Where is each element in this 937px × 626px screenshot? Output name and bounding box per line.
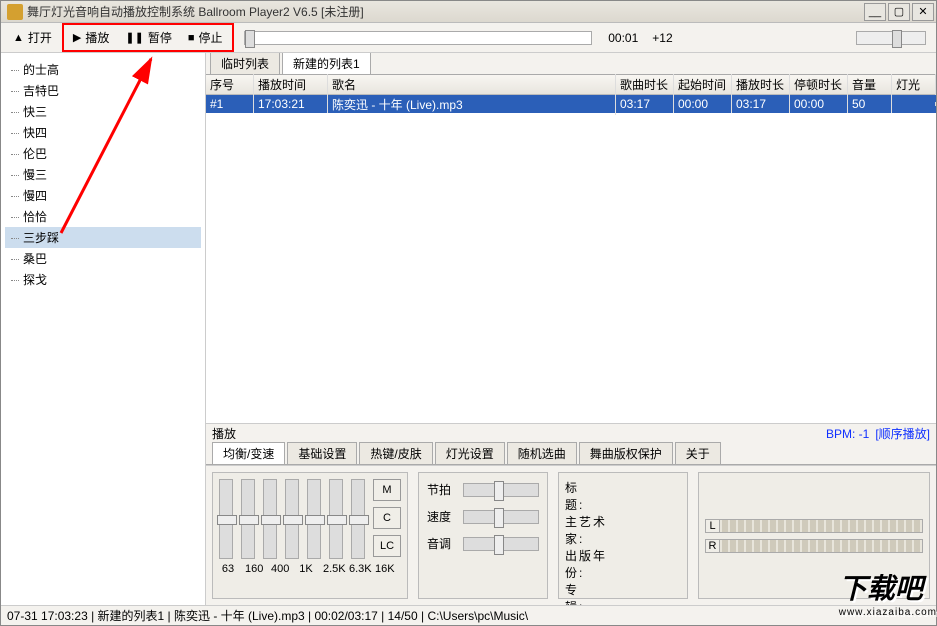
bpm-label: BPM: -1 [826, 427, 869, 441]
eq-slider[interactable] [351, 479, 365, 559]
col-playtime[interactable]: 播放时间 [254, 74, 328, 95]
metadata-panel: 标 题: 主艺术家: 出版年份: 专 辑: 评 论: 种类标识: [558, 472, 688, 599]
category-sidebar: 的士高 吉特巴 快三 快四 伦巴 慢三 慢四 恰恰 三步踩 桑巴 探戈 [1, 53, 206, 605]
settings-tabs: 均衡/变速 基础设置 热键/皮肤 灯光设置 随机选曲 舞曲版权保护 关于 [206, 443, 936, 465]
col-duration[interactable]: 歌曲时长 [616, 74, 674, 95]
maximize-button[interactable]: ▢ [888, 3, 910, 21]
time-offset: +12 [646, 31, 678, 45]
col-name[interactable]: 歌名 [328, 74, 616, 95]
app-icon [7, 4, 23, 20]
title-bar: 舞厅灯光音响自动播放控制系统 Ballroom Player2 V6.5 [未注… [1, 1, 936, 23]
status-text: 07-31 17:03:23 | 新建的列表1 | 陈奕迅 - 十年 (Live… [7, 607, 528, 624]
sidebar-item[interactable]: 三步踩 [5, 227, 201, 248]
window-title: 舞厅灯光音响自动播放控制系统 Ballroom Player2 V6.5 [未注… [27, 3, 864, 20]
list-header: 序号 播放时间 歌名 歌曲时长 起始时间 播放时长 停顿时长 音量 灯光 [206, 75, 936, 95]
tab-copyright[interactable]: 舞曲版权保护 [579, 442, 673, 464]
sidebar-item[interactable]: 探戈 [5, 269, 201, 290]
tab-basic[interactable]: 基础设置 [287, 442, 357, 464]
eq-slider[interactable] [329, 479, 343, 559]
bottom-panel: M C LC 631604001K2.5K6.3K16K 节拍 速度 音调 [206, 465, 936, 605]
tab-newlist[interactable]: 新建的列表1 [282, 53, 371, 74]
mid-statusbar: 播放 BPM: -1 [顺序播放] [206, 423, 936, 443]
time-elapsed: 00:01 [602, 31, 644, 45]
stop-icon: ■ [188, 32, 195, 44]
open-button[interactable]: ▲打开 [5, 26, 60, 49]
eq-slider[interactable] [307, 479, 321, 559]
col-volume[interactable]: 音量 [848, 74, 892, 95]
status-bar: 07-31 17:03:23 | 新建的列表1 | 陈奕迅 - 十年 (Live… [1, 605, 936, 625]
list-row[interactable]: #1 17:03:21 陈奕迅 - 十年 (Live).mp3 03:17 00… [206, 95, 936, 113]
sidebar-item[interactable]: 快四 [5, 122, 201, 143]
sidebar-item[interactable]: 慢三 [5, 164, 201, 185]
sidebar-item[interactable]: 的士高 [5, 59, 201, 80]
pause-button[interactable]: ❚❚暂停 [117, 26, 179, 49]
volume-slider[interactable] [856, 31, 926, 45]
col-start[interactable]: 起始时间 [674, 74, 732, 95]
sidebar-item[interactable]: 伦巴 [5, 143, 201, 164]
sidebar-item[interactable]: 快三 [5, 101, 201, 122]
eq-m-button[interactable]: M [373, 479, 401, 501]
speed-label: 速度 [427, 508, 457, 525]
pitch-label: 音调 [427, 535, 457, 552]
eq-lc-button[interactable]: LC [373, 535, 401, 557]
tab-light[interactable]: 灯光设置 [435, 442, 505, 464]
eq-slider[interactable] [241, 479, 255, 559]
main-area: 的士高 吉特巴 快三 快四 伦巴 慢三 慢四 恰恰 三步踩 桑巴 探戈 临时列表… [1, 53, 936, 605]
eq-slider[interactable] [219, 479, 233, 559]
sidebar-item[interactable]: 桑巴 [5, 248, 201, 269]
pause-icon: ❚❚ [125, 31, 143, 44]
playlist-body[interactable]: #1 17:03:21 陈奕迅 - 十年 (Live).mp3 03:17 00… [206, 95, 936, 423]
eq-slider[interactable] [285, 479, 299, 559]
col-playdur[interactable]: 播放时长 [732, 74, 790, 95]
open-icon: ▲ [13, 32, 24, 44]
volume-thumb[interactable] [892, 30, 902, 48]
sidebar-item[interactable]: 慢四 [5, 185, 201, 206]
close-button[interactable]: ✕ [912, 3, 934, 21]
tempo-panel: 节拍 速度 音调 [418, 472, 548, 599]
col-stopdur[interactable]: 停顿时长 [790, 74, 848, 95]
level-meter-panel: L R [698, 472, 930, 599]
progress-thumb[interactable] [245, 30, 255, 48]
playlist-tabs: 临时列表 新建的列表1 [206, 53, 936, 75]
content-area: 临时列表 新建的列表1 序号 播放时间 歌名 歌曲时长 起始时间 播放时长 停顿… [206, 53, 936, 605]
play-state-label: 播放 [212, 425, 236, 442]
tab-eq[interactable]: 均衡/变速 [212, 442, 285, 464]
eq-c-button[interactable]: C [373, 507, 401, 529]
playback-highlight: ▶播放 ❚❚暂停 ■停止 [62, 23, 234, 52]
pitch-slider[interactable] [463, 537, 539, 551]
app-window: 舞厅灯光音响自动播放控制系统 Ballroom Player2 V6.5 [未注… [0, 0, 937, 626]
tempo-slider[interactable] [463, 483, 539, 497]
stop-button[interactable]: ■停止 [180, 26, 231, 49]
col-seq[interactable]: 序号 [206, 74, 254, 95]
eq-labels: 631604001K2.5K6.3K16K [219, 563, 401, 575]
sidebar-item[interactable]: 恰恰 [5, 206, 201, 227]
tab-temp[interactable]: 临时列表 [210, 53, 280, 74]
sidebar-item[interactable]: 吉特巴 [5, 80, 201, 101]
play-icon: ▶ [73, 31, 81, 44]
tab-hotkey[interactable]: 热键/皮肤 [359, 442, 432, 464]
play-mode-label[interactable]: [顺序播放] [875, 425, 930, 442]
minimize-button[interactable]: __ [864, 3, 886, 21]
level-meter-l: L [705, 519, 923, 533]
progress-bar[interactable] [244, 31, 593, 45]
toolbar: ▲打开 ▶播放 ❚❚暂停 ■停止 00:01 +12 [1, 23, 936, 53]
level-meter-r: R [705, 539, 923, 553]
speed-slider[interactable] [463, 510, 539, 524]
col-light[interactable]: 灯光 [892, 74, 936, 95]
tab-random[interactable]: 随机选曲 [507, 442, 577, 464]
tab-about[interactable]: 关于 [675, 442, 721, 464]
eq-slider[interactable] [263, 479, 277, 559]
tempo-label: 节拍 [427, 481, 457, 498]
eq-panel: M C LC 631604001K2.5K6.3K16K [212, 472, 408, 599]
play-button[interactable]: ▶播放 [65, 26, 117, 49]
